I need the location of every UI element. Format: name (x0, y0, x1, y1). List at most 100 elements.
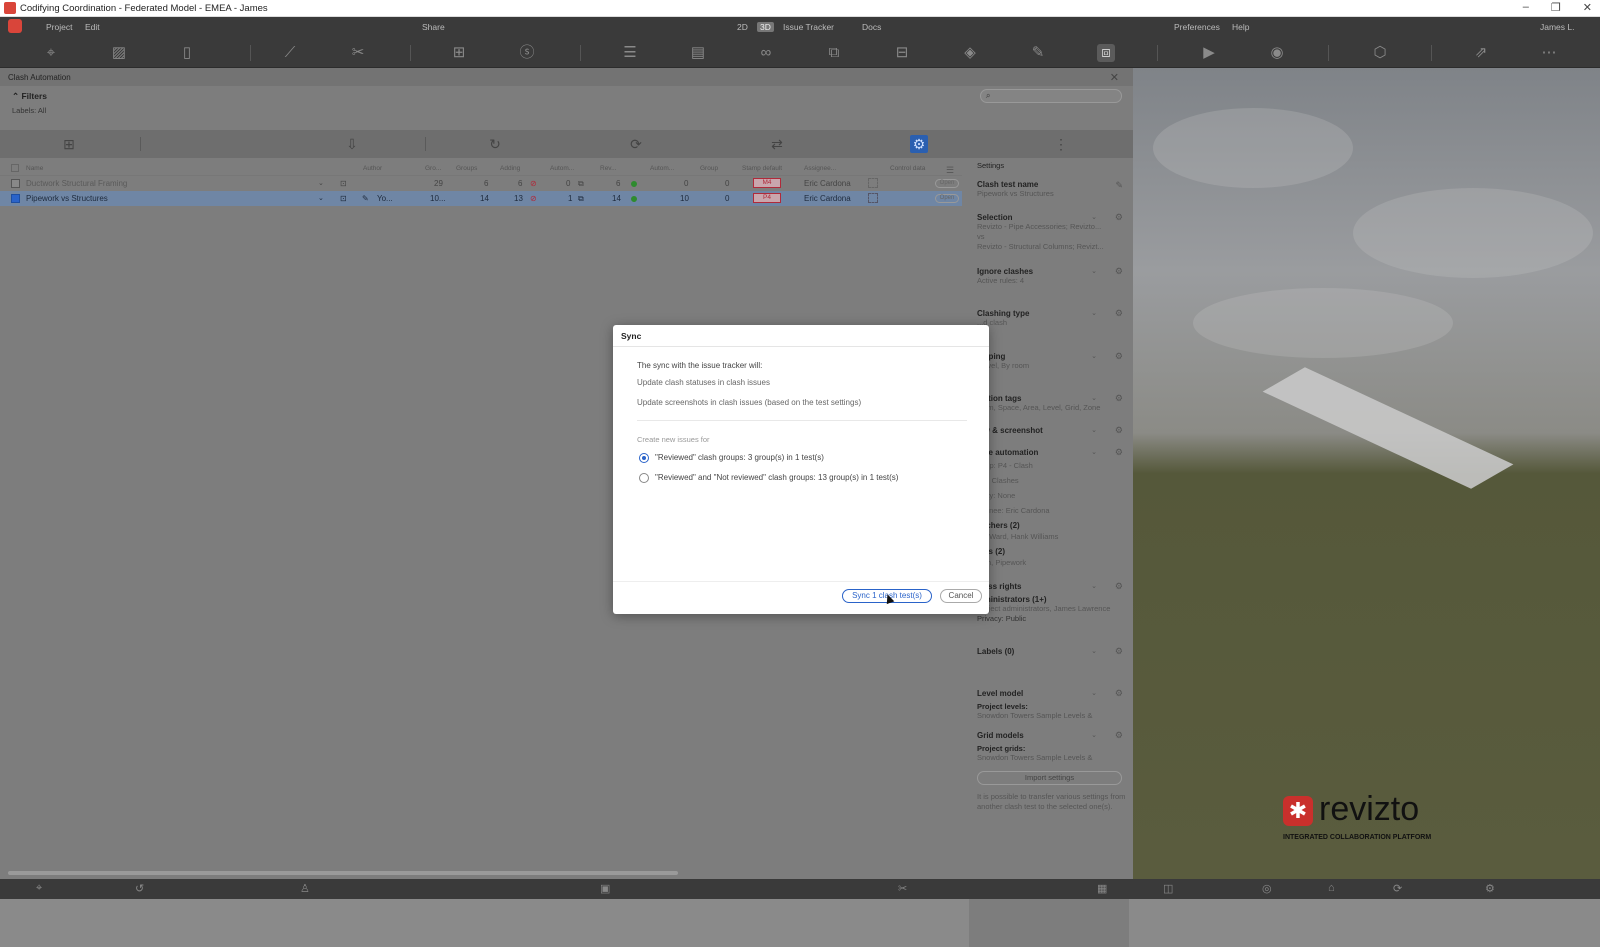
radio-reviewed[interactable]: "Reviewed" clash groups: 3 group(s) in 1… (637, 452, 967, 466)
gear-icon[interactable]: ⚙ (1115, 393, 1123, 404)
menu-issue-tracker[interactable]: Issue Tracker (783, 22, 834, 32)
restore-icon[interactable]: ❐ (1551, 1, 1561, 14)
chevron-down-icon[interactable]: ⌄ (1091, 689, 1097, 697)
table-row[interactable]: Ductwork Structural Framing ⌄ ⊡ 29 6 6 ⊘… (0, 176, 962, 191)
location-pin-icon[interactable]: ⌖ (42, 44, 60, 62)
camera-icon[interactable]: ◉ (1268, 44, 1286, 62)
chevron-down-icon[interactable]: ⌄ (1091, 647, 1097, 655)
walk-icon[interactable]: ♙ (300, 882, 310, 895)
status-pill[interactable]: Open (935, 179, 959, 188)
gear-icon[interactable]: ⚙ (1115, 351, 1123, 362)
ruler-icon[interactable]: ⟋ (281, 44, 299, 62)
gear-icon[interactable]: ⚙ (1115, 266, 1123, 277)
mode-3d[interactable]: 3D (757, 22, 774, 32)
more-options-icon[interactable]: ⋮ (1052, 135, 1070, 153)
menu-preferences[interactable]: Preferences (1174, 22, 1220, 32)
chevron-down-icon[interactable]: ⌄ (1091, 352, 1097, 360)
new-clash-test-icon[interactable]: ⊞ (60, 135, 78, 153)
user-menu[interactable]: James L. (1540, 22, 1575, 32)
chevron-down-icon[interactable]: ⌄ (1091, 267, 1097, 275)
radio-label[interactable]: "Reviewed" and "Not reviewed" clash grou… (655, 473, 898, 482)
stamp-icon[interactable]: ⓢ (518, 44, 536, 62)
map-icon[interactable]: ▨ (110, 44, 128, 62)
home-icon[interactable]: ⌂ (1328, 882, 1335, 894)
table-row-selected[interactable]: Pipework vs Structures ⌄ ⊡ ✎ Yo... 10...… (0, 191, 962, 206)
clash-automation-icon[interactable]: ⧈ (1097, 44, 1115, 62)
col-stamp[interactable]: Stamp default (742, 165, 782, 172)
expand-icon[interactable]: ⌄ (318, 179, 324, 187)
grid-icon[interactable]: ▦ (1097, 882, 1107, 895)
close-icon[interactable]: ✕ (1583, 1, 1592, 14)
column-settings-icon[interactable]: ☰ (946, 165, 954, 176)
chevron-down-icon[interactable]: ⌄ (1091, 448, 1097, 456)
gear-icon[interactable]: ⚙ (1115, 581, 1123, 592)
gear-icon[interactable]: ⚙ (1115, 425, 1123, 436)
radio-reviewed-and-not[interactable]: "Reviewed" and "Not reviewed" clash grou… (637, 472, 967, 486)
orbit-icon[interactable]: ⟳ (1393, 882, 1402, 895)
chevron-down-icon[interactable]: ⌄ (1091, 394, 1097, 402)
minimize-icon[interactable]: – (1523, 1, 1529, 14)
row-checkbox[interactable] (11, 179, 20, 188)
cancel-button[interactable]: Cancel (940, 589, 982, 603)
labels-filter[interactable]: Labels: All (0, 106, 1133, 118)
col-autom2[interactable]: Autom... (650, 165, 674, 172)
select-all-checkbox[interactable] (11, 164, 19, 172)
filter-icon[interactable]: ⊟ (893, 44, 911, 62)
search-input[interactable]: ⌕ (980, 89, 1122, 103)
menu-help[interactable]: Help (1232, 22, 1249, 32)
expand-icon[interactable]: ⌄ (318, 194, 324, 202)
chevron-down-icon[interactable]: ⌄ (1091, 731, 1097, 739)
col-rev[interactable]: Rev... (600, 165, 617, 172)
menu-share[interactable]: Share (422, 22, 445, 32)
settings-gear-icon[interactable]: ⚙ (910, 135, 928, 153)
add-issue-icon[interactable]: ⊞ (450, 44, 468, 62)
chevron-down-icon[interactable]: ⌄ (1091, 213, 1097, 221)
menu-project[interactable]: Project (46, 22, 72, 32)
cube-icon[interactable]: ⬡ (1371, 44, 1389, 62)
gear-icon[interactable]: ⚙ (1115, 730, 1123, 741)
more-icon[interactable]: ⋯ (1540, 44, 1558, 62)
menu-edit[interactable]: Edit (85, 22, 100, 32)
col-autom[interactable]: Autom... (550, 165, 574, 172)
col-assignee[interactable]: Assignee... (804, 165, 836, 172)
chevron-down-icon[interactable]: ⌄ (1091, 426, 1097, 434)
status-pill[interactable]: Open (935, 194, 959, 203)
horizontal-scrollbar[interactable] (8, 871, 678, 875)
filters-label[interactable]: Filters (21, 91, 47, 101)
mode-2d[interactable]: 2D (737, 22, 748, 32)
camera-icon[interactable]: ◫ (1163, 882, 1173, 895)
compare-icon[interactable]: ⧉ (825, 44, 843, 62)
col-groups[interactable]: Groups (456, 165, 477, 172)
col-adding[interactable]: Adding (500, 165, 520, 172)
visibility-icon[interactable]: ◎ (1262, 882, 1272, 895)
gear-icon[interactable]: ⚙ (1115, 447, 1123, 458)
gear-icon[interactable]: ⚙ (1115, 212, 1123, 223)
markup-icon[interactable]: ✎ (1029, 44, 1047, 62)
col-gro[interactable]: Gro... (425, 165, 441, 172)
chevron-down-icon[interactable]: ⌄ (1091, 582, 1097, 590)
import-icon[interactable]: ⇩ (343, 135, 361, 153)
col-author[interactable]: Author (363, 165, 382, 172)
radio-button[interactable] (639, 473, 649, 483)
binoculars-icon[interactable]: ∞ (757, 44, 775, 62)
chevron-down-icon[interactable]: ⌄ (1091, 309, 1097, 317)
model-structure[interactable] (1262, 367, 1514, 489)
close-panel-icon[interactable]: ✕ (1110, 71, 1119, 84)
table-icon[interactable]: ▤ (689, 44, 707, 62)
scissors-icon[interactable]: ✂ (349, 44, 367, 62)
gear-icon[interactable]: ⚙ (1115, 308, 1123, 319)
col-group[interactable]: Group (700, 165, 718, 172)
radio-button-selected[interactable] (639, 453, 649, 463)
col-control[interactable]: Control data (890, 165, 925, 172)
location-icon[interactable]: ⌖ (36, 882, 42, 895)
layers-icon[interactable]: ☰ (621, 44, 639, 62)
undo-icon[interactable]: ↺ (135, 882, 144, 895)
view-mode-icon[interactable]: ▣ (600, 882, 610, 895)
section-icon[interactable]: ✂ (898, 882, 907, 895)
edit-name-icon[interactable]: ✎ (1115, 180, 1123, 191)
gear-icon[interactable]: ⚙ (1115, 688, 1123, 699)
paint-icon[interactable]: ◈ (961, 44, 979, 62)
settings-icon[interactable]: ⚙ (1485, 882, 1495, 895)
gear-icon[interactable]: ⚙ (1115, 646, 1123, 657)
radio-label[interactable]: "Reviewed" clash groups: 3 group(s) in 1… (655, 453, 824, 462)
